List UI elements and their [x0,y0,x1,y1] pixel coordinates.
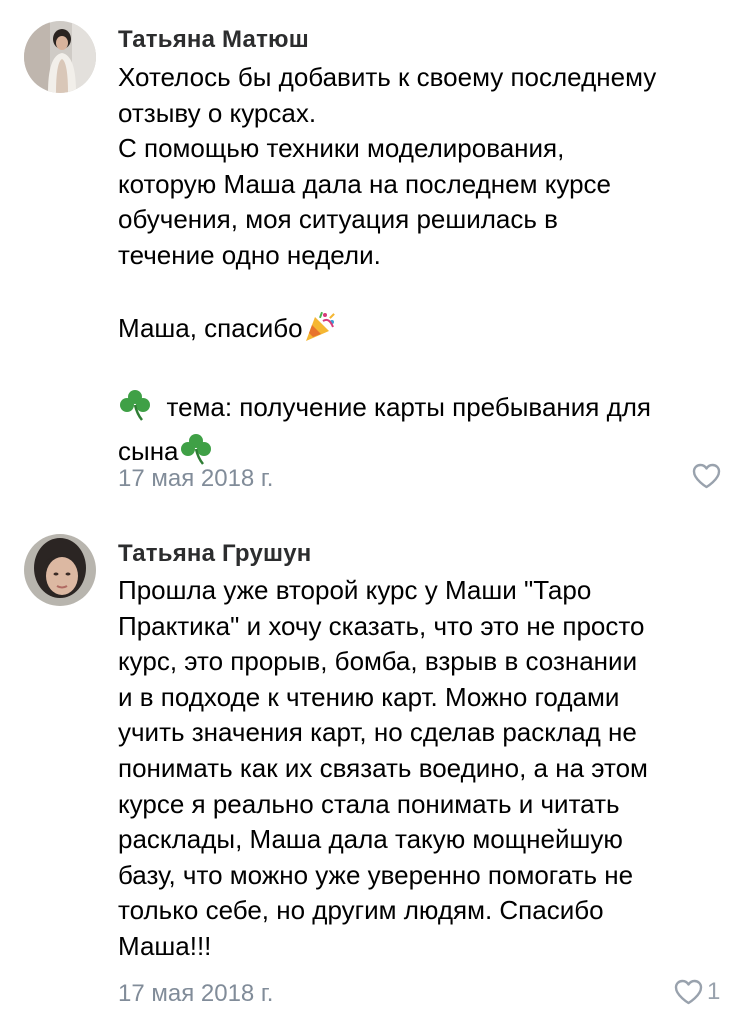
comment-line: обучения, моя ситуация решилась в [118,204,558,235]
comment-line: Маша!!! [118,930,212,961]
comment-author[interactable]: Татьяна Матюш [118,26,309,54]
comment-line: только себе, но другим людям. Спасибо [118,895,604,926]
topic-text: сына [118,435,179,466]
comment-line: учить значения карт, но сделав расклад н… [118,717,637,748]
party-popper-icon [303,309,337,353]
comment-line: С помощью техники моделирования, [118,133,565,164]
comment-line: течение одно недели. [118,239,381,270]
avatar[interactable] [24,21,96,93]
comment-line: Хотелось бы добавить к своему последнему [118,62,657,92]
comment-text: Прошла уже второй курс у Маши "Таро Прак… [118,573,730,965]
comment-line: курсе я реально стала понимать и читать [118,788,620,819]
comment-text: Хотелось бы добавить к своему последнему… [118,60,730,476]
shamrock-icon [118,388,152,432]
comment-line: Прошла уже второй курс у Маши "Таро [118,575,592,605]
comment-line: понимать как их связать воедино, а на эт… [118,752,648,783]
heart-outline-icon [674,979,703,1005]
comment-line: Практика" и хочу сказать, что это не про… [118,610,645,641]
avatar[interactable] [24,534,96,606]
comment-date[interactable]: 17 мая 2018 г. [118,465,273,493]
comment-line: отзыву о курсах. [118,97,317,128]
comment-line: тема: получение карты пребывания для [118,388,730,432]
topic-text: тема: получение карты пребывания для [166,392,652,423]
comment-line: и в подходе к чтению карт. Можно годами [118,681,620,712]
like-button[interactable]: 1 [674,978,720,1006]
comment-line: базу, что можно уже уверенно помогать не [118,859,634,890]
comment-date[interactable]: 17 мая 2018 г. [118,980,273,1008]
comment-author[interactable]: Татьяна Грушун [118,540,311,568]
thanks-text: Маша, спасибо [118,313,303,344]
comment-line: курс, это прорыв, бомба, взрыв в сознани… [118,646,638,677]
heart-outline-icon [692,463,721,489]
like-count: 1 [707,978,721,1005]
comment-line: Маша, спасибо [118,309,730,353]
like-button[interactable] [692,463,721,489]
comment-line: расклады, Маша дала такую мощнейшую [118,824,623,855]
comment-line: которую Маша дала на последнем курсе [118,168,611,199]
